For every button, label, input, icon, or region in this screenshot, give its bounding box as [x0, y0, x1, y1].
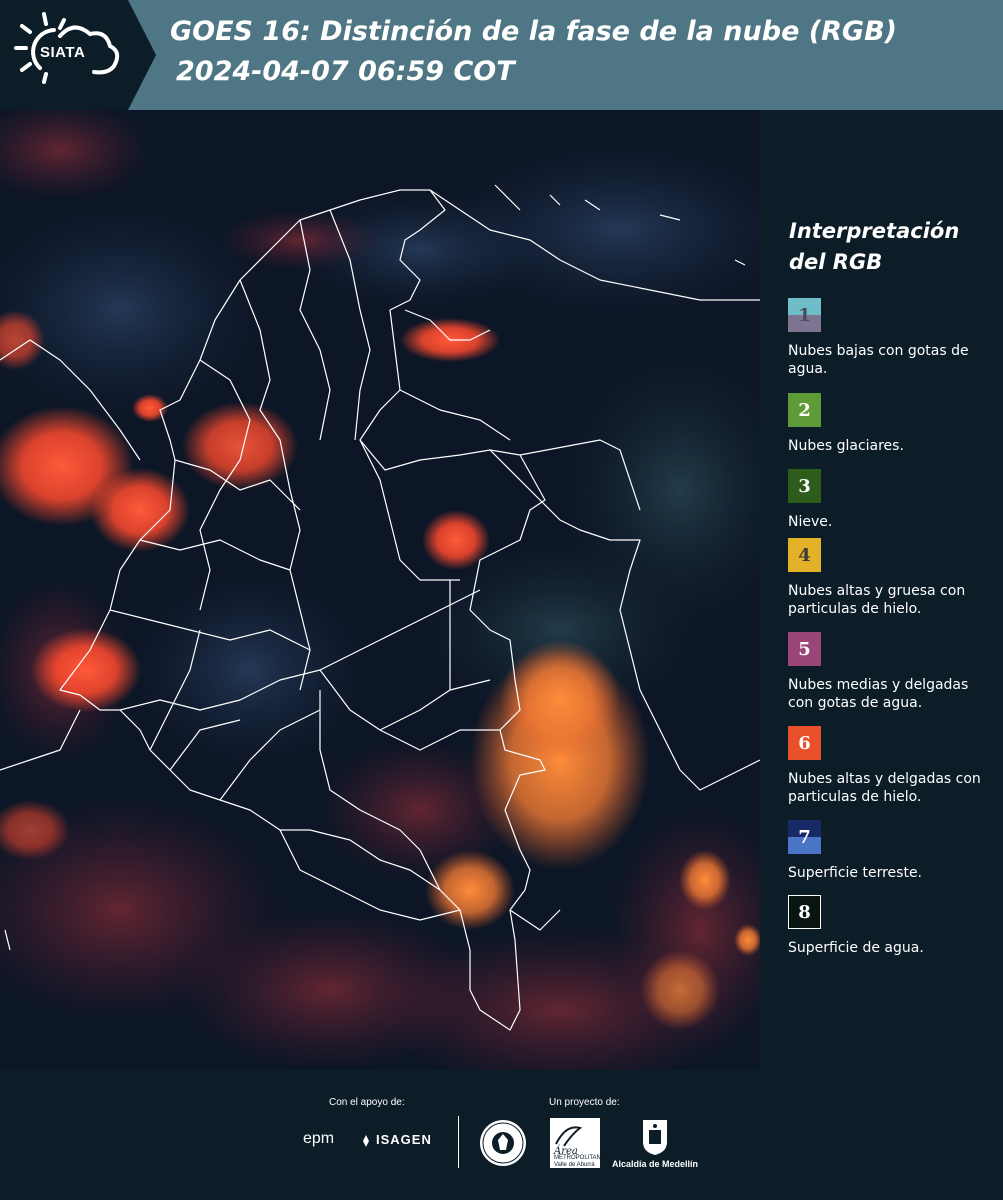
legend-item-2: 2 Nubes glaciares.	[788, 393, 998, 455]
alcaldia-shield-icon	[643, 1120, 667, 1155]
area-logo-text: Área METROPOLITANA Valle de Aburrá	[554, 1146, 605, 1169]
university-seal-icon	[480, 1120, 526, 1166]
legend-swatch-5: 5	[788, 632, 821, 666]
legend-label: Nubes glaciares.	[788, 438, 904, 454]
isagen-icon	[363, 1135, 369, 1147]
page-title: GOES 16: Distinción de la fase de la nub…	[170, 16, 897, 47]
legend-swatch-7: 7	[788, 820, 821, 854]
legend-swatch-6: 6	[788, 726, 821, 760]
support-label: Con el apoyo de:	[329, 1097, 405, 1108]
epm-logo: epm	[303, 1130, 335, 1147]
legend-item-6: 6 Nubes altas y delgadas con particulas …	[788, 726, 998, 806]
footer-divider	[458, 1116, 459, 1168]
legend-swatch-3: 3	[788, 469, 821, 503]
siata-logo-text: SIATA	[40, 44, 86, 61]
header-arrow	[128, 0, 156, 110]
legend-title: Interpretación del RGB	[789, 219, 960, 274]
project-label: Un proyecto de:	[549, 1097, 620, 1108]
timestamp: 2024-04-07 06:59 COT	[176, 56, 515, 87]
area-subtitle: METROPOLITANA Valle de Aburrá	[554, 1155, 605, 1168]
legend-item-5: 5 Nubes medias y delgadas con gotas de a…	[788, 632, 998, 712]
alcaldia-logo-text: Alcaldía de Medellín	[612, 1159, 699, 1169]
legend-item-1: 1 Nubes bajas con gotas de agua.	[788, 298, 998, 378]
header-bar: SIATA GOES 16: Distinción de la fase de …	[0, 0, 1003, 110]
legend-item-8: 8 Superficie de agua.	[788, 895, 998, 957]
goes-rgb-image	[0, 110, 760, 1070]
legend-item-3: 3 Nieve.	[788, 469, 998, 531]
legend-label: Nieve.	[788, 514, 833, 530]
legend-label: Nubes altas y delgadas con particulas de…	[788, 771, 981, 805]
area-title: Área	[554, 1146, 578, 1157]
legend-number: 8	[798, 901, 811, 923]
legend-number: 4	[798, 544, 811, 566]
legend-label: Nubes bajas con gotas de agua.	[788, 343, 969, 377]
footer: Con el apoyo de: Un proyecto de: epm ISA…	[0, 1070, 1003, 1200]
legend-number: 2	[798, 399, 811, 421]
legend-label: Nubes altas y gruesa con particulas de h…	[788, 583, 966, 617]
legend-item-4: 4 Nubes altas y gruesa con particulas de…	[788, 538, 998, 618]
satellite-map	[0, 110, 760, 1070]
legend-swatch-8: 8	[788, 895, 821, 929]
isagen-logo: ISAGEN	[376, 1132, 432, 1147]
legend-number: 7	[798, 826, 811, 848]
legend-number: 1	[798, 304, 811, 326]
legend-swatch-1: 1	[788, 298, 821, 332]
legend-swatch-2: 2	[788, 393, 821, 427]
legend-label: Superficie de agua.	[788, 940, 924, 956]
legend-number: 3	[798, 475, 811, 497]
legend-number: 6	[798, 732, 811, 754]
legend-swatch-4: 4	[788, 538, 821, 572]
legend-label: Nubes medias y delgadas con gotas de agu…	[788, 677, 969, 711]
legend-item-7: 7 Superficie terreste.	[788, 820, 998, 882]
legend-label: Superficie terreste.	[788, 865, 923, 881]
siata-logo: SIATA	[0, 0, 128, 110]
legend-number: 5	[798, 638, 811, 660]
